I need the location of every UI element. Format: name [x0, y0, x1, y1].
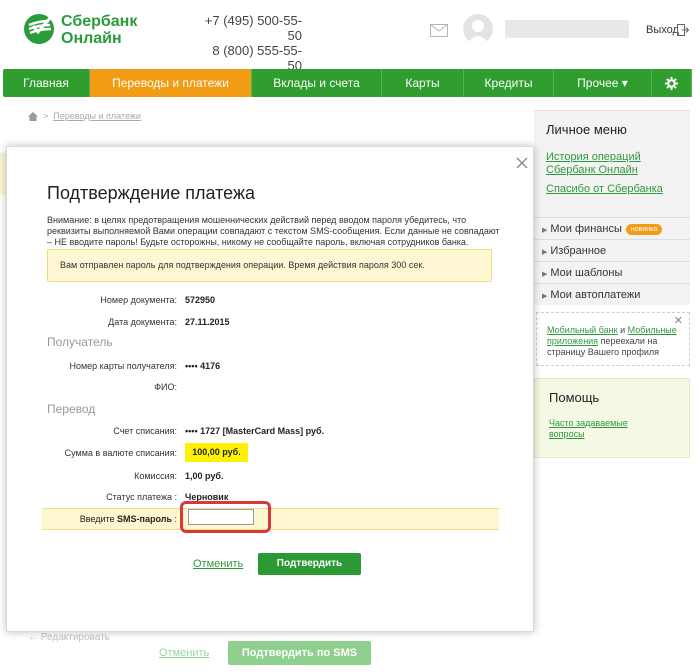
sms-label-suffix: :	[171, 514, 177, 524]
personal-menu-title: Личное меню	[546, 122, 627, 137]
fee-label: Комиссия:	[134, 471, 177, 481]
nav-item-credits[interactable]: Кредиты	[464, 69, 554, 97]
section-transfer: Перевод	[47, 402, 96, 416]
cancel-link[interactable]: Отменить	[193, 558, 243, 570]
doc-date-label: Дата документа:	[108, 317, 177, 327]
personal-menu: Личное меню История операций Сбербанк Он…	[534, 110, 690, 305]
main-navigation: Главная Переводы и платежи Вклады и счет…	[3, 69, 692, 97]
amount-label: Сумма в валюте списания:	[64, 448, 177, 458]
caret-right-icon: ▶	[542, 293, 548, 300]
mobile-bank-link[interactable]: Мобильный банк	[547, 325, 618, 335]
mobile-bank-notice: ✕ Мобильный банк и Мобильные приложения …	[536, 312, 690, 366]
edit-link[interactable]: ← Редактировать	[28, 632, 110, 643]
dialog-title: Подтверждение платежа	[47, 183, 256, 203]
caret-right-icon: ▶	[542, 249, 548, 256]
sidebar-item-favorites[interactable]: ▶ Избранное	[534, 239, 690, 261]
section-recipient: Получатель	[47, 335, 113, 349]
nav-item-transfers[interactable]: Переводы и платежи	[90, 69, 252, 97]
mail-icon[interactable]	[430, 24, 448, 37]
home-icon[interactable]	[28, 111, 38, 121]
payment-confirmation-dialog: Подтверждение платежа Внимание: в целях …	[6, 146, 534, 632]
caret-right-icon: ▶	[542, 271, 548, 278]
breadcrumb-current[interactable]: Переводы и платежи	[53, 111, 141, 121]
account-value: •••• 1727 [MasterCard Mass] руб.	[185, 426, 325, 436]
user-silhouette-icon	[467, 20, 489, 44]
card-number-label: Номер карты получателя:	[69, 361, 177, 371]
nav-item-main[interactable]: Главная	[3, 69, 90, 97]
sberbank-logo[interactable]: Сбербанк Онлайн	[22, 12, 182, 48]
nav-item-cards[interactable]: Карты	[382, 69, 464, 97]
sidebar-link-history[interactable]: История операций Сбербанк Онлайн	[546, 151, 656, 177]
edit-link-label: Редактировать	[40, 632, 110, 643]
close-icon[interactable]: ✕	[674, 316, 683, 327]
help-panel: Помощь Часто задаваемые вопросы	[534, 378, 690, 458]
sidebar-item-templates[interactable]: ▶ Мои шаблоны	[534, 261, 690, 283]
sidebar-item-label: Мои автоплатежи	[550, 289, 641, 301]
nav-item-deposits[interactable]: Вклады и счета	[252, 69, 382, 97]
sms-sent-notice: Вам отправлен пароль для подтверждения о…	[47, 249, 492, 282]
username-blurred	[505, 20, 629, 38]
background-cancel-link[interactable]: Отменить	[159, 647, 209, 659]
sidebar-item-label: Избранное	[550, 245, 607, 257]
sms-password-label: Введите SMS-пароль :	[42, 514, 177, 524]
doc-date-value: 27.11.2015	[185, 317, 230, 327]
notice-text-and: и	[617, 325, 628, 335]
phone-moscow: +7 (495) 500-55-50	[204, 13, 302, 43]
account-label: Счет списания:	[113, 426, 177, 436]
doc-number-value: 572950	[185, 295, 216, 305]
logout-icon[interactable]	[677, 24, 689, 36]
breadcrumb-separator-icon: >	[43, 111, 49, 121]
help-title: Помощь	[549, 390, 600, 405]
close-icon[interactable]	[515, 156, 529, 170]
sidebar-item-label: Мои шаблоны	[550, 267, 623, 279]
security-warning: Внимание: в целях предотвращения мошенни…	[47, 215, 500, 247]
sms-label-prefix: Введите	[79, 514, 118, 524]
doc-number-label: Номер документа:	[100, 295, 177, 305]
sidebar-link-spasibo[interactable]: Спасибо от Сбербанка	[546, 183, 663, 196]
logout-link[interactable]: Выход	[646, 24, 679, 36]
new-badge: новинка	[625, 224, 663, 235]
sidebar-item-label: Мои финансы	[550, 223, 622, 235]
sidebar-item-finances[interactable]: ▶ Мои финансы новинка	[534, 217, 690, 239]
breadcrumb: > Переводы и платежи	[28, 111, 141, 121]
nav-settings[interactable]	[652, 69, 692, 97]
confirm-by-sms-button[interactable]: Подтвердить по SMS	[228, 641, 371, 665]
header: Сбербанк Онлайн +7 (495) 500-55-50 8 (80…	[0, 0, 700, 73]
logo-text-line2: Онлайн	[61, 30, 122, 47]
amount-value: 100,00 руб.	[185, 443, 248, 462]
gear-icon	[665, 76, 678, 90]
sberbank-logo-icon	[24, 14, 54, 44]
sms-label-bold: SMS-пароль	[117, 514, 172, 524]
confirm-button[interactable]: Подтвердить	[258, 553, 361, 575]
sms-password-input[interactable]	[188, 509, 254, 525]
fee-value: 1,00 руб.	[185, 471, 224, 481]
sidebar-item-autopayments[interactable]: ▶ Мои автоплатежи	[534, 283, 690, 305]
contact-phones: +7 (495) 500-55-50 8 (800) 555-55-50	[198, 13, 302, 73]
user-avatar[interactable]	[463, 14, 493, 44]
caret-right-icon: ▶	[542, 227, 548, 234]
faq-link[interactable]: Часто задаваемые вопросы	[549, 418, 649, 440]
fio-label: ФИО:	[154, 382, 177, 392]
card-number-value: •••• 4176	[185, 361, 221, 371]
nav-item-other[interactable]: Прочее ▾	[554, 69, 652, 97]
logo-text-line1: Сбербанк	[61, 13, 138, 30]
status-label: Статус платежа :	[106, 492, 177, 502]
